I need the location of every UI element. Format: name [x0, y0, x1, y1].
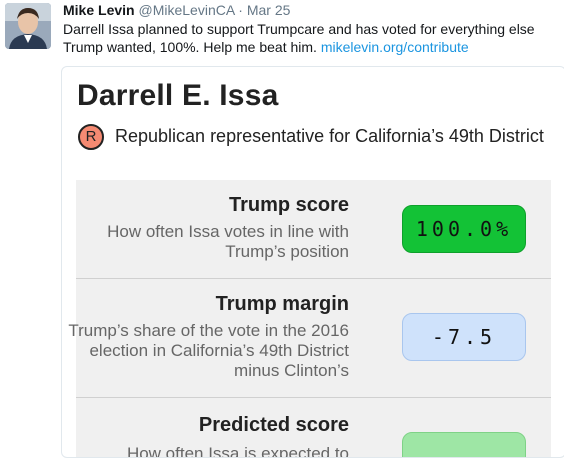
district-description: Republican representative for California…	[115, 126, 544, 146]
author-avatar[interactable]	[5, 3, 51, 49]
stat-description: How often Issa is expected to	[126, 444, 349, 458]
author-handle[interactable]: @MikeLevinCA	[138, 2, 234, 18]
stat-description: Trump’s share of the vote in the 2016 el…	[68, 321, 349, 380]
avatar-photo	[5, 3, 51, 49]
party-badge: R	[78, 124, 104, 150]
contribute-link[interactable]: mikelevin.org/contribute	[321, 39, 469, 55]
tweet-header: Mike Levin @MikeLevinCA · Mar 25	[63, 2, 290, 18]
stat-value: -7.5	[402, 313, 526, 361]
stat-row-trump-margin: Trump margin Trump’s share of the vote i…	[68, 279, 551, 398]
tweet-timestamp[interactable]: Mar 25	[247, 2, 291, 18]
stat-value	[402, 432, 526, 457]
stat-row-predicted-score: Predicted score How often Issa is expect…	[76, 398, 551, 457]
stat-row-trump-score: Trump score How often Issa votes in line…	[76, 180, 551, 279]
representative-name: Darrell E. Issa	[77, 79, 279, 112]
author-name[interactable]: Mike Levin	[63, 2, 135, 18]
stat-value: 100.0%	[402, 205, 526, 253]
tweet-text: Darrell Issa planned to support Trumpcar…	[63, 20, 558, 56]
header-separator: ·	[238, 2, 243, 18]
stat-description: How often Issa votes in line with Trump’…	[107, 222, 349, 261]
stat-label: Trump margin	[215, 293, 349, 315]
stat-label: Trump score	[228, 194, 349, 216]
issa-score-card[interactable]: Darrell E. Issa R Republican representat…	[61, 66, 564, 458]
stat-label: Predicted score	[198, 414, 349, 436]
